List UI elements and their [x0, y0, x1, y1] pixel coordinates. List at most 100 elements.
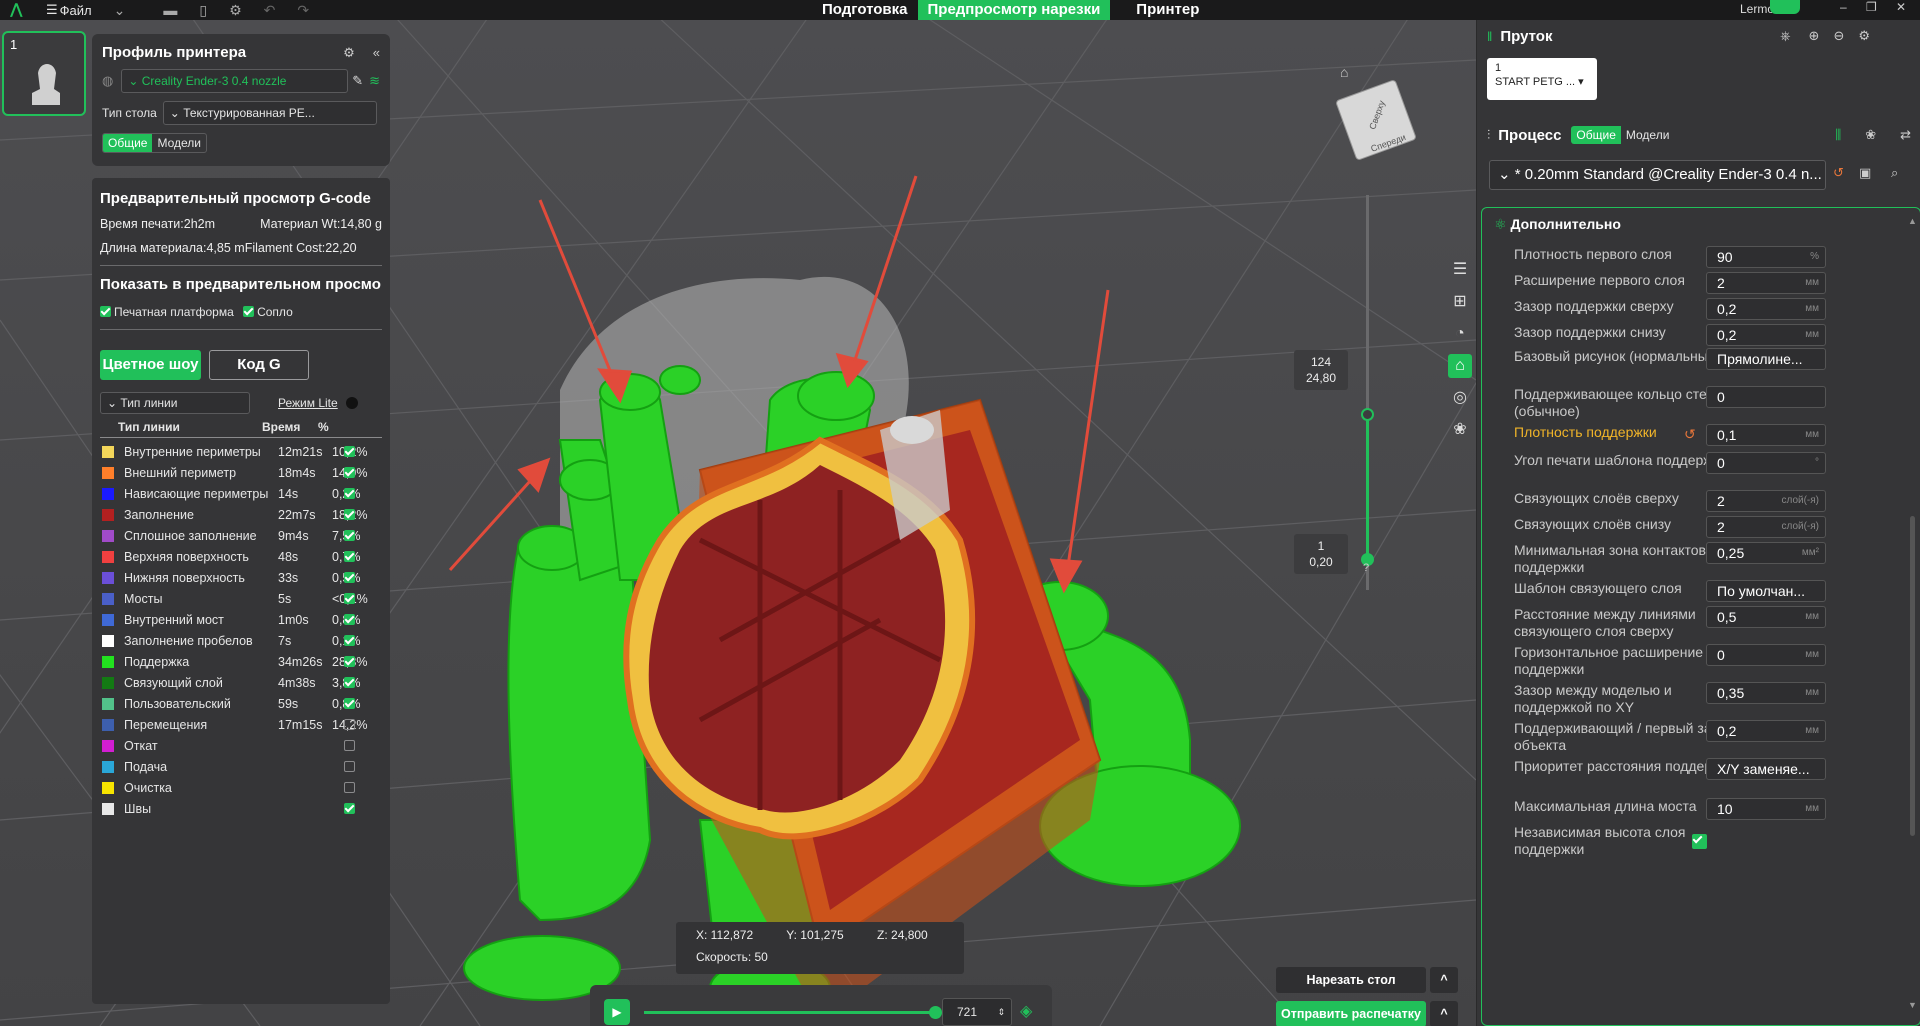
remove-filament-icon[interactable]: ⊖: [1833, 28, 1844, 44]
visibility-checkbox[interactable]: [344, 782, 355, 793]
color-scheme-button[interactable]: Цветное шоу: [100, 350, 201, 380]
move-input[interactable]: 721 ⇕: [942, 998, 1012, 1026]
slider-help-icon[interactable]: ?: [1363, 562, 1369, 574]
settings-gear-icon[interactable]: ⚙: [229, 2, 242, 19]
speed-gauge-icon[interactable]: ◔: [1448, 322, 1472, 346]
visibility-checkbox[interactable]: [344, 446, 355, 457]
legend-row[interactable]: Перемещения 17m15s 14,2%: [100, 714, 382, 735]
cluster-icon[interactable]: ❀: [1448, 418, 1472, 442]
legend-row[interactable]: Внутренний мост 1m0s 0,8%: [100, 609, 382, 630]
save-profile-icon[interactable]: ▣: [1859, 165, 1871, 181]
view-navigation-cube[interactable]: ⌂ Сверху Спереди: [1334, 64, 1418, 162]
hamburger-menu-icon[interactable]: ☰: [46, 2, 58, 18]
legend-row[interactable]: Верхняя поверхность 48s 0,7%: [100, 546, 382, 567]
collapse-panel-icon[interactable]: «: [373, 45, 380, 60]
visibility-checkbox[interactable]: [344, 593, 355, 604]
send-dropdown-button[interactable]: ^: [1430, 1001, 1458, 1026]
legend-row[interactable]: Пользовательский 59s 0,8%: [100, 693, 382, 714]
add-filament-icon[interactable]: ⊕: [1809, 28, 1820, 44]
setting-input[interactable]: 0: [1706, 386, 1826, 408]
setting-input[interactable]: 0,2 мм: [1706, 324, 1826, 346]
visibility-checkbox[interactable]: [344, 761, 355, 772]
visibility-checkbox[interactable]: [344, 635, 355, 646]
redo-icon[interactable]: ↷: [297, 2, 309, 19]
visibility-checkbox[interactable]: [344, 719, 355, 730]
filament-slot-card[interactable]: 1 START PETG ... ▾: [1487, 58, 1597, 100]
setting-input[interactable]: 0 мм: [1706, 644, 1826, 666]
lite-mode-toggle-icon[interactable]: [345, 397, 358, 409]
visibility-checkbox[interactable]: [344, 467, 355, 478]
send-print-button[interactable]: Отправить распечатку: [1276, 1001, 1426, 1026]
reset-icon[interactable]: ↺: [1833, 165, 1844, 181]
wifi-icon[interactable]: ≋: [369, 73, 380, 89]
setting-input[interactable]: 0,2 мм: [1706, 720, 1826, 742]
filament-sync-icon[interactable]: ⎈: [1780, 28, 1790, 44]
legend-row[interactable]: Нависающие периметры 14s 0,2%: [100, 483, 382, 504]
visibility-checkbox[interactable]: [344, 656, 355, 667]
visibility-checkbox[interactable]: [344, 488, 355, 499]
undo-icon[interactable]: ↶: [264, 2, 276, 19]
search-icon[interactable]: ⌕: [1891, 165, 1898, 181]
setting-input[interactable]: 2 слой(-я): [1706, 490, 1826, 512]
tab-prepare[interactable]: Подготовка: [812, 0, 918, 20]
swap-icon[interactable]: ⇄: [1900, 127, 1911, 143]
reset-setting-icon[interactable]: ↺: [1684, 426, 1696, 443]
visibility-checkbox[interactable]: [344, 803, 355, 814]
visibility-checkbox[interactable]: [344, 572, 355, 583]
move-slider-handle[interactable]: [929, 1006, 942, 1019]
filament-settings-icon[interactable]: ⚙: [1858, 28, 1870, 44]
scroll-up-icon[interactable]: ▲: [1908, 216, 1918, 226]
home-view-icon[interactable]: ⌂: [1340, 64, 1360, 80]
save-icon[interactable]: ▯: [199, 2, 207, 19]
setting-input[interactable]: X/Y заменяе...: [1706, 758, 1826, 780]
printer-select[interactable]: ⌄ Creality Ender-3 0.4 nozzle: [121, 69, 349, 93]
nozzle-checkbox[interactable]: [243, 306, 255, 317]
close-window-icon[interactable]: ✕: [1896, 0, 1906, 14]
legend-row[interactable]: Очистка: [100, 777, 382, 798]
settings-scrollbar[interactable]: ▲ ▼: [1908, 216, 1918, 1016]
setting-input[interactable]: 0,5 мм: [1706, 606, 1826, 628]
slice-dropdown-button[interactable]: ^: [1430, 967, 1458, 993]
chevron-down-icon[interactable]: ⌄: [114, 2, 126, 19]
compare-icon[interactable]: ⫼: [1835, 127, 1841, 143]
visibility-checkbox[interactable]: [344, 614, 355, 625]
tab-general[interactable]: Общие: [103, 134, 153, 152]
plate-thumbnail[interactable]: 1: [2, 31, 86, 116]
setting-input[interactable]: 90%: [1706, 246, 1826, 268]
tab-process-models[interactable]: Модели: [1621, 126, 1675, 144]
legend-row[interactable]: Подача: [100, 756, 382, 777]
tab-models[interactable]: Модели: [152, 134, 206, 152]
tab-printer[interactable]: Принтер: [1126, 0, 1209, 20]
visibility-checkbox[interactable]: [344, 740, 355, 751]
stepper-icon[interactable]: ⇕: [997, 999, 1005, 1025]
setting-input[interactable]: 2 слой(-я): [1706, 516, 1826, 538]
legend-row[interactable]: Нижняя поверхность 33s 0,5%: [100, 567, 382, 588]
open-folder-icon[interactable]: ▬: [163, 2, 177, 18]
legend-row[interactable]: Сплошное заполнение 9m4s 7,5%: [100, 525, 382, 546]
setting-checkbox[interactable]: [1692, 834, 1707, 849]
scroll-down-icon[interactable]: ▼: [1908, 1000, 1917, 1010]
slice-plate-button[interactable]: Нарезать стол: [1276, 967, 1426, 993]
legend-row[interactable]: Заполнение 22m7s 18,2%: [100, 504, 382, 525]
visibility-checkbox[interactable]: [344, 530, 355, 541]
maximize-window-icon[interactable]: ❐: [1866, 0, 1877, 14]
setting-input[interactable]: 0,25 мм²: [1706, 542, 1826, 564]
legend-row[interactable]: Швы: [100, 798, 382, 819]
move-slider[interactable]: [644, 1006, 942, 1019]
setting-input[interactable]: 0 °: [1706, 452, 1826, 474]
top-layer-handle[interactable]: [1361, 408, 1374, 421]
gcode-button[interactable]: Код G: [209, 350, 309, 380]
tab-process-general[interactable]: Общие: [1571, 126, 1621, 144]
legend-row[interactable]: Поддержка 34m26s 28,3%: [100, 651, 382, 672]
legend-row[interactable]: Внутренние периметры 12m21s 10,2%: [100, 441, 382, 462]
tab-slice-preview[interactable]: Предпросмотр нарезки: [917, 0, 1111, 20]
printer-settings-icon[interactable]: ⚙: [343, 45, 355, 61]
legend-row[interactable]: Заполнение пробелов 7s 0,1%: [100, 630, 382, 651]
grid-view-icon[interactable]: ⊞: [1448, 290, 1472, 314]
visibility-checkbox[interactable]: [344, 677, 355, 688]
setting-input[interactable]: 2 мм: [1706, 272, 1826, 294]
bed-type-select[interactable]: ⌄ Текстурированная PE...: [162, 101, 377, 125]
setting-input[interactable]: Прямолине...: [1706, 348, 1826, 370]
line-type-select[interactable]: ⌄ Тип линии: [100, 392, 250, 414]
setting-input[interactable]: 0,1 мм: [1706, 424, 1826, 446]
